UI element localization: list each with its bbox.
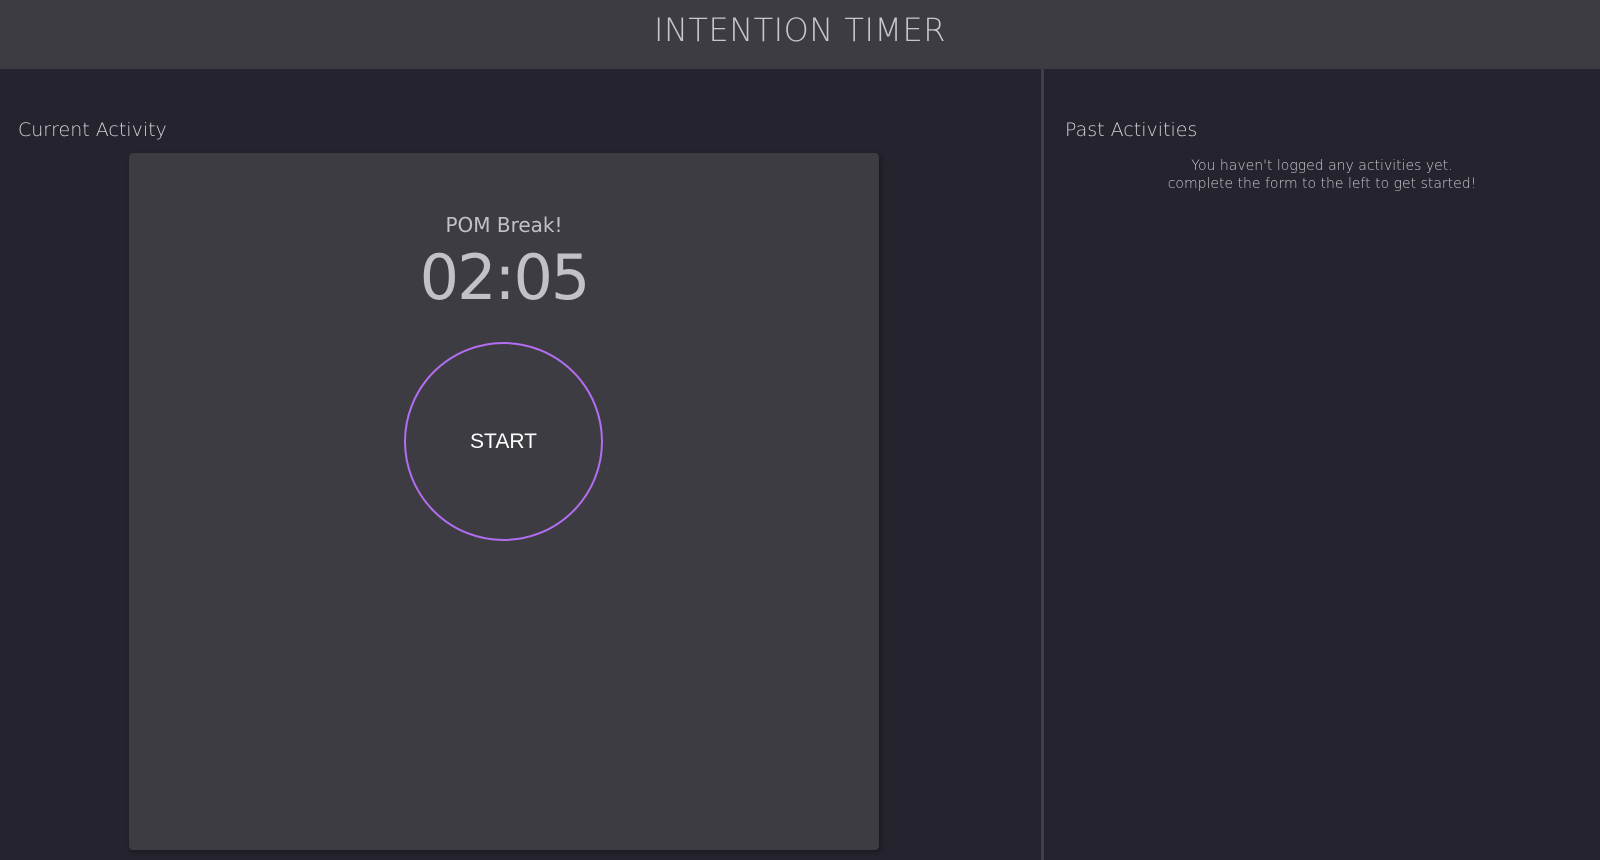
empty-state-message: You haven't logged any activities yet. c…: [1044, 157, 1600, 193]
past-activities-heading: Past Activities: [1065, 119, 1198, 141]
current-activity-heading: Current Activity: [18, 119, 167, 141]
empty-line-1: You haven't logged any activities yet.: [1191, 158, 1453, 174]
empty-line-2: complete the form to the left to get sta…: [1167, 176, 1477, 192]
timer-card: POM Break! 02:05 START: [129, 153, 879, 850]
app-title: INTENTION TIMER: [654, 11, 946, 49]
timer-display: 02:05: [419, 241, 591, 314]
app-header: INTENTION TIMER: [0, 0, 1600, 69]
activity-label: POM Break!: [445, 213, 563, 237]
start-button[interactable]: START: [404, 342, 603, 541]
